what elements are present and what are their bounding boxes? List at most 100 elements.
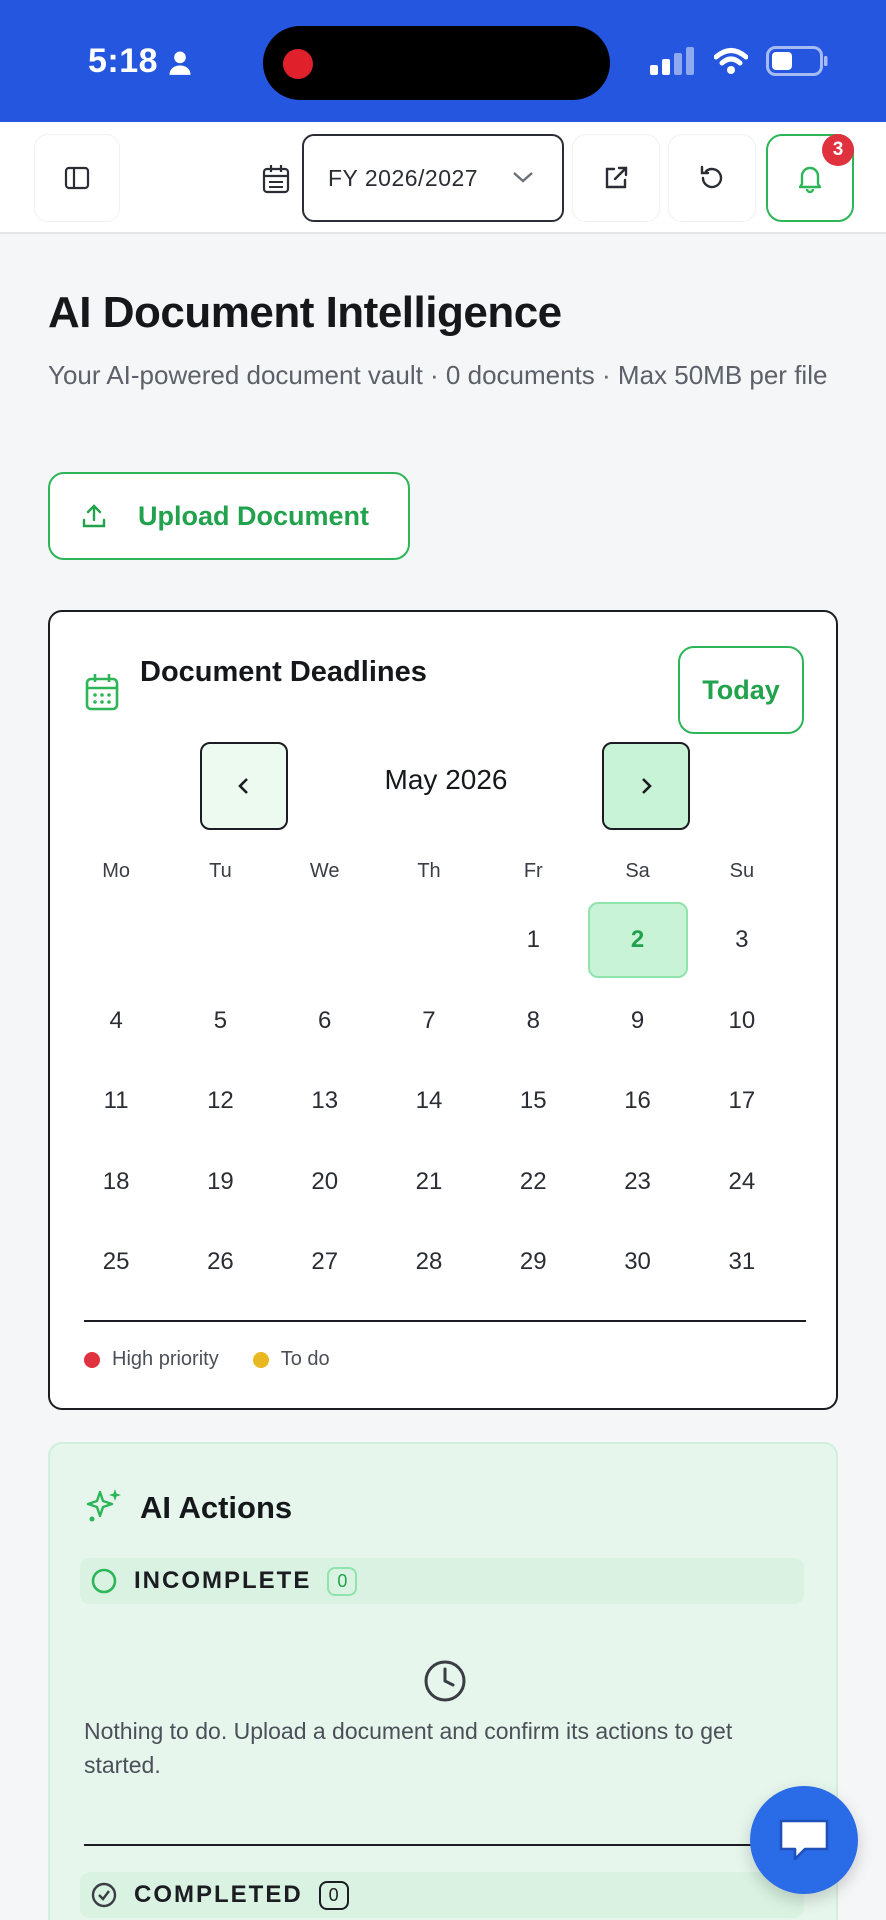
calendar-day[interactable]: 4 (64, 981, 168, 1062)
calendar-day[interactable]: 21 (377, 1142, 481, 1223)
weekday-label: We (309, 860, 340, 882)
chat-bubble-icon (779, 1819, 829, 1861)
chat-button[interactable] (750, 1786, 858, 1894)
weekday-label: Th (417, 860, 441, 882)
calendar-day-number: 21 (415, 1167, 443, 1195)
completed-label: COMPLETED (134, 1881, 303, 1908)
battery-icon (766, 46, 828, 76)
completed-count-badge: 0 (318, 1880, 349, 1910)
calendar-day[interactable]: 16 (585, 1061, 689, 1142)
calendar-empty-cell (64, 900, 168, 981)
legend-item: To do (252, 1348, 330, 1371)
chevron-left-icon (238, 778, 248, 794)
calendar-day-number: 16 (624, 1087, 651, 1115)
ai-actions-card: AI Actions INCOMPLETE 0 Nothing to do. U… (48, 1442, 838, 1920)
legend-item: High priority (84, 1348, 219, 1371)
calendar-day[interactable]: 11 (64, 1061, 168, 1142)
calendar-day-number: 13 (311, 1087, 339, 1115)
calendar-day-number: 25 (102, 1248, 130, 1276)
document-deadlines-card: Document Deadlines Today May 2026 Mo Tu We… (48, 610, 838, 1410)
recording-dot-icon (283, 49, 313, 79)
calendar-day-number: 8 (526, 1006, 540, 1034)
calendar-day-number: 5 (213, 1006, 228, 1034)
calendar-day[interactable]: 3 (690, 900, 794, 981)
calendar-day[interactable]: 24 (690, 1142, 794, 1223)
calendar-icon (262, 165, 290, 194)
calendar-day[interactable]: 13 (273, 1061, 377, 1142)
calendar-day[interactable]: 28 (377, 1222, 481, 1303)
status-time-text: 5:18 (88, 42, 159, 80)
calendar-day[interactable]: 26 (168, 1222, 272, 1303)
sidebar-panel-icon (64, 166, 90, 190)
calendar-day-number: 11 (103, 1087, 129, 1115)
calendar-day-number (170, 902, 270, 978)
clock-icon (424, 1660, 466, 1702)
calendar-day-number: 18 (102, 1167, 130, 1195)
calendar-day[interactable]: 30 (585, 1222, 689, 1303)
calendar-day[interactable]: 20 (273, 1142, 377, 1223)
refresh-button[interactable] (668, 134, 756, 222)
calendar-title: Document Deadlines (140, 656, 427, 688)
calendar-day[interactable]: 25 (64, 1222, 168, 1303)
calendar-day-number: 28 (415, 1248, 443, 1276)
upload-document-label: Upload Document (138, 500, 370, 531)
calendar-legend: High priority To do (84, 1348, 330, 1371)
calendar-day[interactable]: 23 (585, 1142, 689, 1223)
calendar-empty-cell (168, 900, 272, 981)
calendar-grid: 1 2 3 4 5 6 7 8 9 10 11 12 13 14 15 16 17 18 19 20 21 22 23 24 2… (64, 900, 794, 1303)
sidebar-toggle-button[interactable] (34, 134, 120, 222)
chevron-right-icon (642, 778, 652, 794)
today-button[interactable]: Today (678, 646, 804, 734)
calendar-day[interactable]: 27 (273, 1222, 377, 1303)
calendar-empty-cell (377, 900, 481, 981)
calendar-day-number (275, 902, 375, 978)
incomplete-count-badge: 0 (327, 1566, 358, 1596)
page-subtitle: Your AI-powered document vault · 0 docum… (48, 360, 828, 390)
calendar-day-number: 1 (526, 926, 540, 954)
calendar-day[interactable]: 10 (690, 981, 794, 1062)
incomplete-section-header[interactable]: INCOMPLETE 0 (80, 1558, 804, 1604)
calendar-day-number: 3 (735, 926, 749, 954)
legend-dot-icon (84, 1351, 100, 1368)
calendar-day[interactable]: 14 (377, 1061, 481, 1142)
calendar-day-number: 12 (207, 1087, 234, 1115)
notification-count-badge: 3 (822, 134, 854, 166)
calendar-day[interactable]: 1 (481, 900, 585, 981)
calendar-day[interactable]: 17 (690, 1061, 794, 1142)
person-icon (169, 51, 191, 75)
completed-section-header[interactable]: COMPLETED 0 (80, 1872, 804, 1918)
check-circle-icon (91, 1882, 117, 1908)
calendar-day[interactable]: 18 (64, 1142, 168, 1223)
weekday-label: Mo (102, 860, 131, 882)
next-month-button[interactable] (602, 742, 690, 830)
fiscal-year-select[interactable]: FY 2026/2027 (302, 134, 564, 222)
calendar-day[interactable]: 8 (481, 981, 585, 1062)
calendar-day[interactable]: 12 (168, 1061, 272, 1142)
calendar-day-number: 15 (519, 1087, 547, 1115)
weekday-label: Tu (209, 860, 232, 882)
calendar-day[interactable]: 15 (481, 1061, 585, 1142)
calendar-day[interactable]: 22 (481, 1142, 585, 1223)
calendar-day[interactable]: 9 (585, 981, 689, 1062)
fiscal-year-value: FY 2026/2027 (328, 164, 479, 191)
status-bar: 5:18 (0, 0, 886, 122)
previous-month-button[interactable] (200, 742, 288, 830)
calendar-day[interactable]: 5 (168, 981, 272, 1062)
calendar-day-number: 17 (728, 1087, 756, 1115)
calendar-day-number: 26 (207, 1248, 234, 1276)
calendar-day[interactable]: 19 (168, 1142, 272, 1223)
calendar-day-number: 29 (519, 1248, 547, 1276)
calendar-day[interactable]: 6 (273, 981, 377, 1062)
weekday-header: Mo Tu We Th Fr Sa Su (64, 860, 794, 883)
calendar-day[interactable]: 29 (481, 1222, 585, 1303)
open-external-button[interactable] (572, 134, 660, 222)
calendar-day-today[interactable]: 2 (585, 900, 689, 981)
calendar-day-number: 31 (728, 1248, 756, 1276)
month-label: May 2026 (384, 764, 508, 795)
calendar-day[interactable]: 7 (377, 981, 481, 1062)
calendar-day-number: 30 (624, 1248, 651, 1276)
calendar-day-number (379, 902, 479, 978)
circle-outline-icon (91, 1568, 117, 1594)
upload-document-button[interactable]: Upload Document (48, 472, 410, 560)
calendar-day[interactable]: 31 (690, 1222, 794, 1303)
